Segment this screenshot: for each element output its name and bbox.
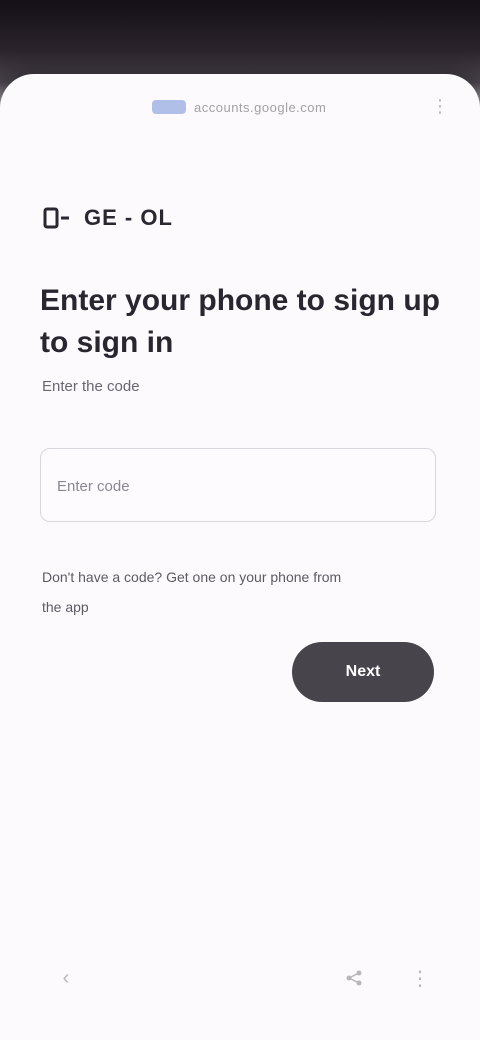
url-text: accounts.google.com [194,99,327,115]
browser-top-bar: accounts.google.com ⋮ [0,74,480,158]
site-logo-icon [152,100,186,114]
code-input[interactable] [55,469,419,503]
page-subtitle: Enter the code [42,378,140,395]
next-button[interactable]: Next [292,642,434,702]
share-icon[interactable] [340,964,368,992]
brand-header: GE - OL [40,204,173,232]
more-vert-icon[interactable]: ⋮ [428,94,452,118]
browser-sheet: accounts.google.com ⋮ GE - OL Enter your… [0,74,480,1040]
bottom-nav: ‹ ⋮ [0,950,480,1006]
helper-text: Don't have a code? Get one on your phone… [42,569,342,615]
phone-icon [40,204,74,232]
url-bar[interactable]: accounts.google.com [148,96,336,118]
code-field[interactable] [40,448,436,522]
overflow-icon[interactable]: ⋮ [406,964,434,992]
brand-text: GE - OL [84,205,173,230]
back-arrow-icon[interactable]: ‹ [52,964,80,992]
page-title: Enter your phone to sign up to sign in [40,284,440,359]
